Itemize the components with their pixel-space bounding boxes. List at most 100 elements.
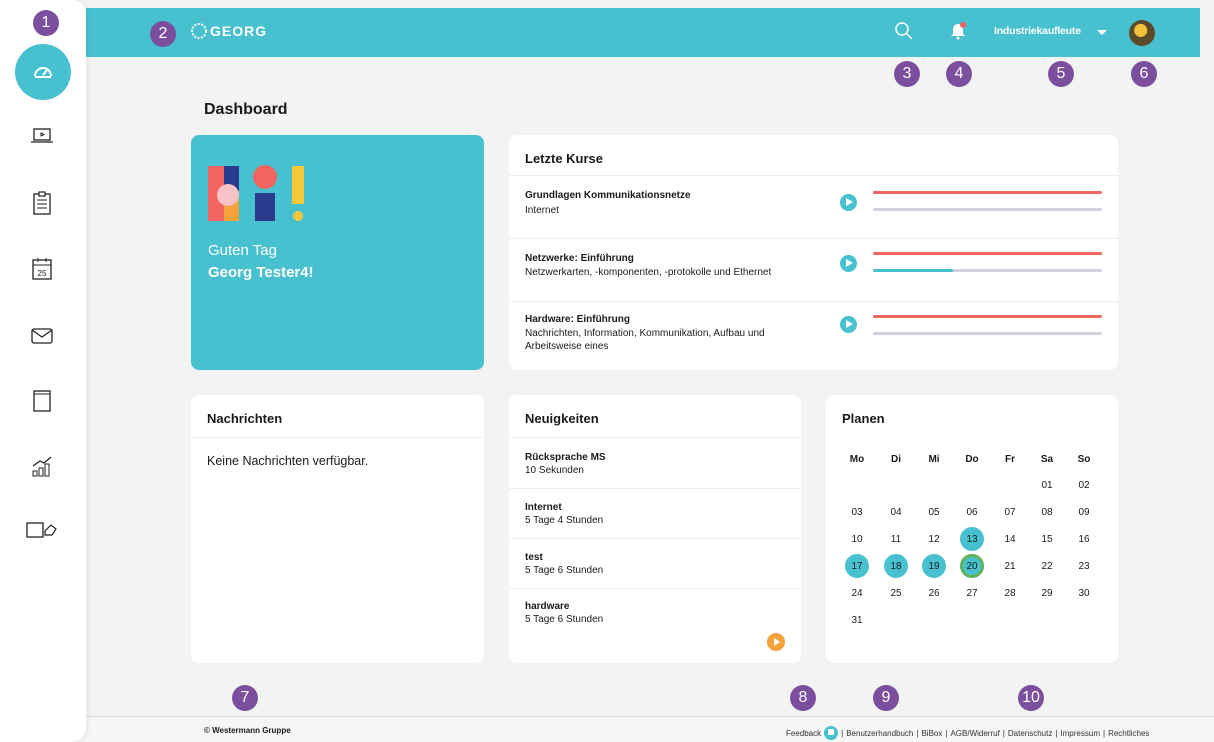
feedback-icon[interactable]: [824, 726, 839, 740]
news-title: Rücksprache MS: [525, 452, 606, 463]
sidebar-item-media[interactable]: [24, 516, 60, 544]
course-row[interactable]: Hardware: Einführung Nachrichten, Inform…: [509, 301, 1118, 370]
footer-link-manual[interactable]: Benutzerhandbuch: [846, 729, 913, 738]
calendar-day[interactable]: 24: [844, 583, 870, 603]
avatar[interactable]: [1129, 20, 1155, 46]
calendar-day[interactable]: 13: [960, 527, 984, 551]
weekday-label: So: [1077, 453, 1091, 465]
calendar-day[interactable]: 08: [1034, 502, 1060, 522]
page-title: Dashboard: [204, 101, 288, 118]
footer-link-bibox[interactable]: BiBox: [921, 729, 942, 738]
calendar-day[interactable]: 21: [997, 556, 1023, 576]
mail-icon: [31, 328, 53, 344]
calendar-day[interactable]: 31: [844, 610, 870, 630]
sidebar-item-dashboard[interactable]: [15, 44, 71, 100]
calendar-day[interactable]: 15: [1034, 529, 1060, 549]
progress-bar: [873, 332, 1102, 335]
recent-courses-card: Letzte Kurse Grundlagen Kommunikationsne…: [509, 135, 1118, 370]
course-row[interactable]: Grundlagen Kommunikationsnetze Internet: [509, 175, 1118, 238]
calendar-day[interactable]: 12: [921, 529, 947, 549]
play-icon[interactable]: [840, 194, 857, 211]
calendar-day[interactable]: 09: [1071, 502, 1097, 522]
news-item[interactable]: test 5 Tage 6 Stunden: [509, 538, 801, 588]
calendar-day[interactable]: 18: [884, 554, 908, 578]
bell-icon: [951, 22, 966, 40]
calendar-day[interactable]: 23: [1071, 556, 1097, 576]
weekday-label: Mi: [928, 453, 940, 465]
chevron-down-icon[interactable]: [1097, 30, 1107, 35]
georg-logo[interactable]: GEORG: [190, 21, 267, 41]
user-name: Georg Tester4!: [208, 264, 314, 281]
calendar-day[interactable]: 29: [1034, 583, 1060, 603]
weekday-label: Di: [891, 453, 901, 465]
news-item[interactable]: hardware 5 Tage 6 Stunden: [509, 588, 801, 633]
calendar-day[interactable]: 28: [997, 583, 1023, 603]
card-title: Planen: [842, 411, 885, 426]
course-title: Hardware: Einführung: [525, 314, 631, 325]
separator: |: [1102, 728, 1106, 738]
sidebar-item-courses[interactable]: [28, 122, 56, 150]
course-subtitle: Netzwerkarten, -komponenten, -protokolle…: [525, 267, 772, 278]
news-item[interactable]: Rücksprache MS 10 Sekunden: [509, 437, 801, 488]
calendar-day[interactable]: 11: [883, 529, 909, 549]
calendar-day[interactable]: 17: [845, 554, 869, 578]
badge-4: 4: [946, 61, 972, 87]
badge-6: 6: [1131, 61, 1157, 87]
calendar-day[interactable]: 01: [1034, 475, 1060, 495]
role-selector[interactable]: Industriekaufleute: [994, 25, 1081, 37]
footer-link-agb[interactable]: AGB/Widerruf: [950, 729, 999, 738]
top-bar: GEORG Industriekaufleute: [86, 8, 1200, 57]
badge-8: 8: [790, 685, 816, 711]
calendar-icon: 25: [32, 258, 52, 280]
calendar-day[interactable]: 27: [959, 583, 985, 603]
badge-5: 5: [1048, 61, 1074, 87]
media-tools-icon: [26, 522, 57, 538]
hi-illustration: [208, 165, 304, 221]
calendar-day[interactable]: 04: [883, 502, 909, 522]
badge-3: 3: [894, 61, 920, 87]
play-icon[interactable]: [840, 316, 857, 333]
calendar-day[interactable]: 26: [921, 583, 947, 603]
calendar-day[interactable]: 07: [997, 502, 1023, 522]
greeting: Guten Tag: [208, 242, 277, 259]
sidebar-item-statistics[interactable]: [28, 452, 56, 480]
calendar-day[interactable]: 20: [960, 554, 984, 578]
footer-link-imprint[interactable]: Impressum: [1060, 729, 1100, 738]
footer: © Westermann Gruppe Feedback | Benutzerh…: [86, 716, 1214, 742]
progress-bar: [873, 269, 1102, 272]
calendar-day[interactable]: 02: [1071, 475, 1097, 495]
feedback-link[interactable]: Feedback: [786, 729, 821, 738]
more-news-button[interactable]: [767, 633, 785, 651]
course-bar-primary: [873, 315, 1102, 318]
calendar-day[interactable]: 19: [922, 554, 946, 578]
weekday-label: Sa: [1040, 453, 1054, 465]
calendar-card: Planen Mo Di Mi Do Fr Sa So 01 02 03 04 05 06 07 08 09 1…: [826, 395, 1118, 663]
calendar-day[interactable]: 16: [1071, 529, 1097, 549]
weekday-label: Do: [965, 453, 979, 465]
notifications-button[interactable]: [948, 20, 968, 45]
calendar-day[interactable]: 25: [883, 583, 909, 603]
calendar-day[interactable]: 30: [1071, 583, 1097, 603]
badge-2: 2: [150, 21, 176, 47]
course-row[interactable]: Netzwerke: Einführung Netzwerkarten, -ko…: [509, 238, 1118, 301]
calendar-day[interactable]: 10: [844, 529, 870, 549]
footer-link-privacy[interactable]: Datenschutz: [1008, 729, 1052, 738]
calendar-day[interactable]: 14: [997, 529, 1023, 549]
news-item[interactable]: Internet 5 Tage 4 Stunden: [509, 488, 801, 538]
separator: |: [1002, 728, 1005, 738]
news-time: 5 Tage 6 Stunden: [525, 565, 604, 576]
search-button[interactable]: [894, 21, 914, 46]
sidebar-item-tasks[interactable]: [28, 189, 56, 217]
calendar-day[interactable]: 03: [844, 502, 870, 522]
sidebar-item-calendar[interactable]: 25: [28, 255, 56, 283]
calendar-day[interactable]: 06: [959, 502, 985, 522]
calendar-day[interactable]: 22: [1034, 556, 1060, 576]
separator: |: [916, 728, 919, 738]
footer-link-legal[interactable]: Rechtliches: [1108, 729, 1149, 738]
news-title: Internet: [525, 502, 562, 513]
calendar-day[interactable]: 05: [921, 502, 947, 522]
play-icon[interactable]: [840, 255, 857, 272]
separator: |: [841, 728, 844, 738]
sidebar-item-messages[interactable]: [28, 322, 56, 350]
sidebar-item-library[interactable]: [28, 387, 56, 415]
